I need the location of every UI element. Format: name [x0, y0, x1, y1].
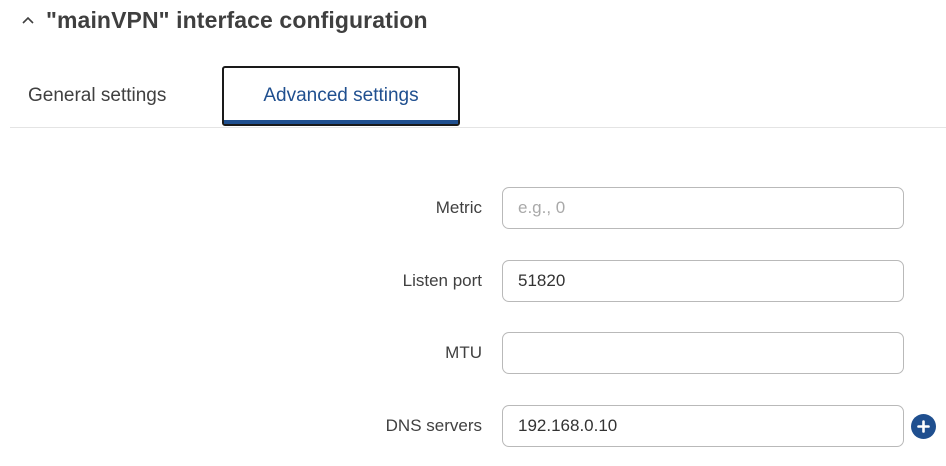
- listen-port-label: Listen port: [402, 271, 482, 290]
- page-title: "mainVPN" interface configuration: [46, 6, 428, 33]
- dns-servers-row: DNS servers: [0, 405, 946, 447]
- tab-general-settings[interactable]: General settings: [28, 66, 218, 126]
- plus-circle-icon[interactable]: [911, 414, 936, 439]
- mtu-input[interactable]: [502, 332, 904, 374]
- listen-port-row: Listen port: [0, 260, 946, 302]
- metric-row: Metric: [0, 187, 946, 229]
- chevron-up-icon[interactable]: [18, 10, 38, 30]
- metric-label: Metric: [435, 198, 482, 217]
- metric-input[interactable]: [502, 187, 904, 229]
- mtu-label: MTU: [445, 343, 482, 362]
- mtu-row: MTU: [0, 332, 946, 374]
- tab-bar: General settings Advanced settings: [10, 66, 946, 128]
- dns-servers-input[interactable]: [502, 405, 904, 447]
- tab-advanced-settings[interactable]: Advanced settings: [222, 66, 460, 126]
- listen-port-input[interactable]: [502, 260, 904, 302]
- dns-servers-label: DNS servers: [385, 416, 482, 435]
- section-header: "mainVPN" interface configuration: [18, 3, 428, 37]
